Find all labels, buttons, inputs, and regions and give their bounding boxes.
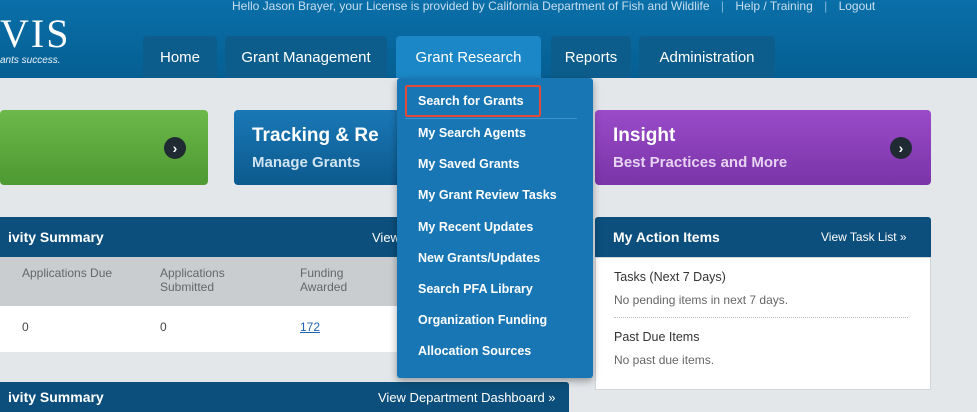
menu-item-search-pfa-library[interactable]: Search PFA Library: [418, 282, 533, 296]
view-department-dashboard-link[interactable]: View Department Dashboard »: [378, 390, 556, 405]
menu-item-allocation-sources[interactable]: Allocation Sources: [418, 344, 531, 358]
divider: [405, 118, 577, 119]
column-header: Funding Awarded: [300, 266, 348, 294]
app-logo[interactable]: VIS: [0, 14, 70, 54]
utility-bar: Hello Jason Brayer, your License is prov…: [232, 0, 883, 14]
chevron-right-icon[interactable]: ›: [164, 137, 186, 159]
menu-item-my-search-agents[interactable]: My Search Agents: [418, 126, 526, 140]
column-header: Applications Due: [22, 266, 113, 280]
tile-title: Tracking & Re: [252, 125, 379, 146]
panel-title: My Action Items: [613, 229, 720, 245]
menu-item-new-grants-updates[interactable]: New Grants/Updates: [418, 251, 540, 265]
tab-home[interactable]: Home: [143, 36, 217, 78]
menu-item-organization-funding[interactable]: Organization Funding: [418, 313, 547, 327]
green-tile[interactable]: ›: [0, 110, 208, 185]
app-tagline: ants success.: [0, 55, 61, 66]
menu-item-my-recent-updates[interactable]: My Recent Updates: [418, 220, 533, 234]
past-due-text: No past due items.: [614, 353, 715, 367]
tab-grant-management[interactable]: Grant Management: [225, 36, 387, 78]
divider: |: [824, 0, 828, 13]
menu-item-my-saved-grants[interactable]: My Saved Grants: [418, 157, 519, 171]
tasks-title: Tasks (Next 7 Days): [614, 270, 726, 284]
column-header: Applications Submitted: [160, 266, 225, 294]
action-items-body: Tasks (Next 7 Days) No pending items in …: [595, 257, 931, 390]
highlight-box: [405, 85, 541, 117]
department-summary-header: ivity Summary View Department Dashboard …: [0, 382, 569, 412]
divider: [614, 317, 908, 318]
tile-title: Insight: [613, 125, 676, 146]
past-due-title: Past Due Items: [614, 330, 700, 344]
tasks-text: No pending items in next 7 days.: [614, 293, 789, 307]
logout-link[interactable]: Logout: [839, 0, 876, 12]
divider: |: [720, 0, 725, 13]
tracking-tile[interactable]: Tracking & Re Manage Grants: [234, 110, 404, 185]
chevron-right-icon[interactable]: ›: [890, 137, 912, 159]
action-items-header: My Action Items View Task List »: [595, 217, 931, 257]
tab-grant-research[interactable]: Grant Research: [396, 36, 541, 78]
panel-title: ivity Summary: [8, 229, 104, 245]
funding-awarded-link[interactable]: 172: [300, 320, 320, 334]
license-text: Hello Jason Brayer, your License is prov…: [232, 0, 710, 13]
activity-summary-header: ivity Summary View: [0, 217, 400, 257]
view-link[interactable]: View: [372, 230, 400, 245]
tab-administration[interactable]: Administration: [639, 36, 775, 78]
insight-tile[interactable]: Insight Best Practices and More ›: [595, 110, 931, 185]
applications-submitted-value: 0: [160, 320, 167, 334]
tile-subtitle: Best Practices and More: [613, 154, 788, 171]
panel-title: ivity Summary: [8, 389, 104, 405]
help-training-link[interactable]: Help / Training: [735, 0, 812, 12]
tile-subtitle: Manage Grants: [252, 154, 361, 171]
activity-values-row: [0, 306, 400, 352]
applications-due-value: 0: [22, 320, 29, 334]
menu-item-my-grant-review-tasks[interactable]: My Grant Review Tasks: [418, 188, 557, 202]
tab-reports[interactable]: Reports: [551, 36, 631, 78]
view-task-list-link[interactable]: View Task List »: [821, 230, 907, 244]
